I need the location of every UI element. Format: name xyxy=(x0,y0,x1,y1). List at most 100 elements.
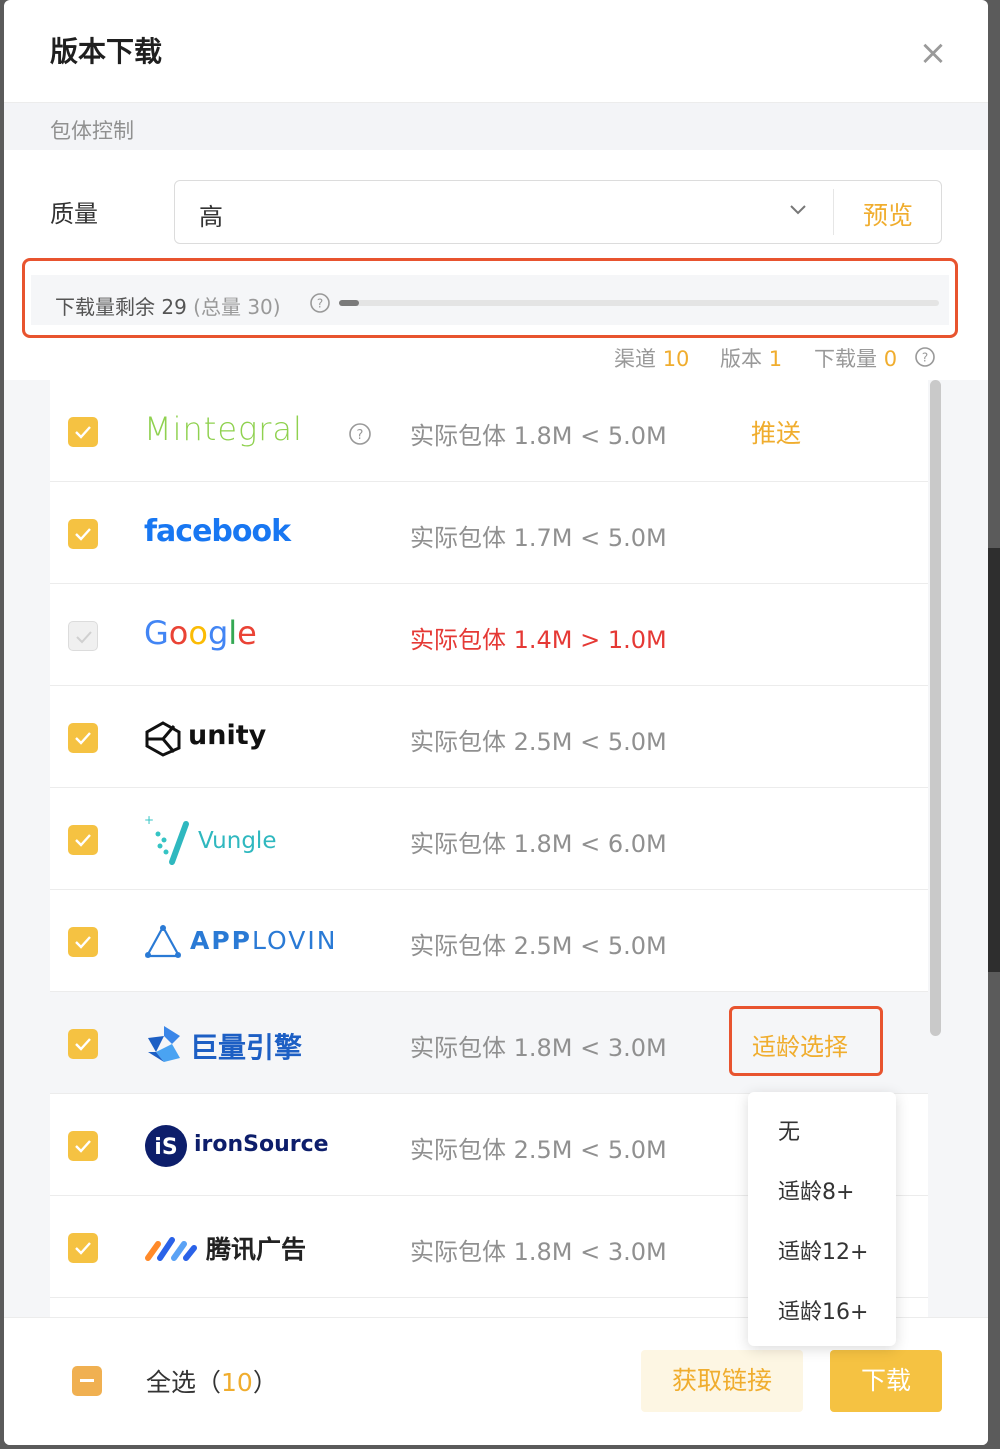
package-size: 实际包体 1.8M < 6.0M xyxy=(410,830,667,858)
row-checkbox[interactable] xyxy=(68,927,98,957)
row-checkbox[interactable] xyxy=(68,1233,98,1263)
stat-downloads-label: 下载量 xyxy=(814,347,877,371)
list-scrollbar[interactable] xyxy=(930,380,941,1036)
stat-downloads: 下载量 0 xyxy=(814,343,897,373)
mintegral-logo: Mintegral xyxy=(144,404,344,460)
row-checkbox[interactable] xyxy=(68,1029,98,1059)
google-logo-letter: l xyxy=(228,614,238,652)
stat-versions: 版本 1 xyxy=(720,343,782,373)
oceanengine-logo: 巨量引擎 xyxy=(144,1016,344,1072)
stats-row: 渠道 10 版本 1 下载量 0 ? xyxy=(4,343,988,373)
age-option-8[interactable]: 适龄8+ xyxy=(778,1174,854,1206)
channel-row-facebook: facebook 实际包体 1.7M < 5.0M xyxy=(50,482,928,584)
select-all-text: 全选（ xyxy=(146,1368,222,1397)
applovin-triangle-icon xyxy=(145,924,181,958)
vungle-mark-icon: + xyxy=(144,813,189,865)
preview-button[interactable]: 预览 xyxy=(863,196,913,232)
get-link-button[interactable]: 获取链接 xyxy=(641,1350,803,1412)
package-size: 实际包体 2.5M < 5.0M xyxy=(410,932,667,960)
help-icon[interactable]: ? xyxy=(309,292,331,314)
google-logo-letter: o xyxy=(188,614,208,652)
stat-versions-value: 1 xyxy=(768,347,783,371)
tencent-ads-logo: 腾讯广告 xyxy=(144,1220,344,1276)
svg-text:?: ? xyxy=(922,351,928,365)
stat-channels-value: 10 xyxy=(662,347,690,371)
logo-text: 巨量引擎 xyxy=(190,1031,303,1064)
select-divider xyxy=(833,189,834,235)
row-checkbox[interactable] xyxy=(68,519,98,549)
package-size: 实际包体 2.5M < 5.0M xyxy=(410,1136,667,1164)
age-option-12[interactable]: 适龄12+ xyxy=(778,1234,868,1266)
chevron-down-icon xyxy=(790,205,806,215)
select-all-label: 全选（10） xyxy=(146,1363,278,1399)
push-button[interactable]: 推送 xyxy=(751,414,801,450)
quota-progress-fill xyxy=(339,300,359,306)
download-button[interactable]: 下载 xyxy=(830,1350,942,1412)
oceanengine-mark-icon xyxy=(148,1026,180,1062)
section-label: 包体控制 xyxy=(50,119,134,143)
google-logo-letter: G xyxy=(144,614,169,652)
google-logo: Google xyxy=(144,608,344,664)
applovin-logo: APPLOVIN xyxy=(144,914,344,970)
package-size: 实际包体 1.8M < 3.0M xyxy=(410,1238,667,1266)
channel-row-mintegral: Mintegral ? 实际包体 1.8M < 5.0M 推送 xyxy=(50,380,928,482)
google-logo-letter: e xyxy=(237,614,257,652)
stat-channels-label: 渠道 xyxy=(614,347,656,371)
help-icon[interactable]: ? xyxy=(914,346,936,368)
channel-row-applovin: APPLOVIN 实际包体 2.5M < 5.0M xyxy=(50,890,928,992)
package-size-error: 实际包体 1.4M > 1.0M xyxy=(410,626,667,654)
quota-progress-bar xyxy=(339,300,939,306)
tencent-ads-mark-icon xyxy=(145,1237,197,1261)
download-quota-panel: 下载量剩余 29 (总量 30) ? xyxy=(22,258,958,338)
row-checkbox[interactable] xyxy=(68,1131,98,1161)
stat-versions-label: 版本 xyxy=(720,347,762,371)
logo-text: Vungle xyxy=(198,828,277,854)
ironsource-badge-icon: iS xyxy=(145,1125,187,1167)
svg-text:iS: iS xyxy=(154,1135,177,1160)
select-all-checkbox[interactable] xyxy=(72,1366,102,1396)
stat-channels: 渠道 10 xyxy=(614,343,689,373)
unity-logo: unity xyxy=(144,710,344,766)
channel-row-unity: unity 实际包体 2.5M < 5.0M xyxy=(50,686,928,788)
dialog-title: 版本下载 xyxy=(50,35,163,68)
svg-text:+: + xyxy=(144,813,154,827)
background-overlay-strip xyxy=(988,548,1000,972)
logo-text: facebook xyxy=(144,514,291,549)
package-size: 实际包体 1.8M < 5.0M xyxy=(410,422,667,450)
select-all-count: 10 xyxy=(221,1368,253,1397)
age-option-16[interactable]: 适龄16+ xyxy=(778,1294,868,1326)
ironsource-logo: iS ironSource xyxy=(144,1118,344,1174)
logo-text-bold: APP xyxy=(190,926,252,955)
logo-text: ironSource xyxy=(194,1132,329,1157)
row-checkbox-disabled xyxy=(68,621,98,651)
quota-total: (总量 30) xyxy=(193,295,281,319)
row-checkbox[interactable] xyxy=(68,723,98,753)
google-logo-letter: o xyxy=(168,614,189,652)
package-size: 实际包体 1.8M < 3.0M xyxy=(410,1034,667,1062)
row-checkbox[interactable] xyxy=(68,417,98,447)
vungle-logo: + Vungle xyxy=(144,812,344,868)
logo-text: 腾讯广告 xyxy=(206,1235,307,1264)
svg-text:?: ? xyxy=(357,428,364,443)
channel-row-oceanengine: 巨量引擎 实际包体 1.8M < 3.0M 适龄选择 xyxy=(50,992,928,1094)
package-size: 实际包体 1.7M < 5.0M xyxy=(410,524,667,552)
stat-downloads-value: 0 xyxy=(883,347,898,371)
svg-text:?: ? xyxy=(317,297,323,311)
logo-text: Google xyxy=(144,614,257,652)
select-all-close-paren: ） xyxy=(252,1368,278,1397)
logo-text: Mintegral xyxy=(144,410,303,448)
quota-text: 下载量剩余 29 (总量 30) xyxy=(55,291,281,320)
google-logo-letter: g xyxy=(207,614,229,652)
logo-text: APPLOVIN xyxy=(190,926,337,955)
quality-select[interactable]: 高 预览 xyxy=(174,180,942,244)
quota-remaining: 下载量剩余 29 xyxy=(55,295,187,319)
age-option-none[interactable]: 无 xyxy=(778,1114,800,1146)
row-checkbox[interactable] xyxy=(68,825,98,855)
age-select-button[interactable]: 适龄选择 xyxy=(729,1006,883,1076)
help-icon[interactable]: ? xyxy=(348,422,372,446)
age-select-label: 适龄选择 xyxy=(752,1033,848,1061)
close-icon[interactable]: × xyxy=(916,36,950,70)
facebook-logo: facebook xyxy=(144,506,344,562)
quality-value: 高 xyxy=(199,203,223,231)
channel-row-vungle: + Vungle 实际包体 1.8M < 6.0M xyxy=(50,788,928,890)
